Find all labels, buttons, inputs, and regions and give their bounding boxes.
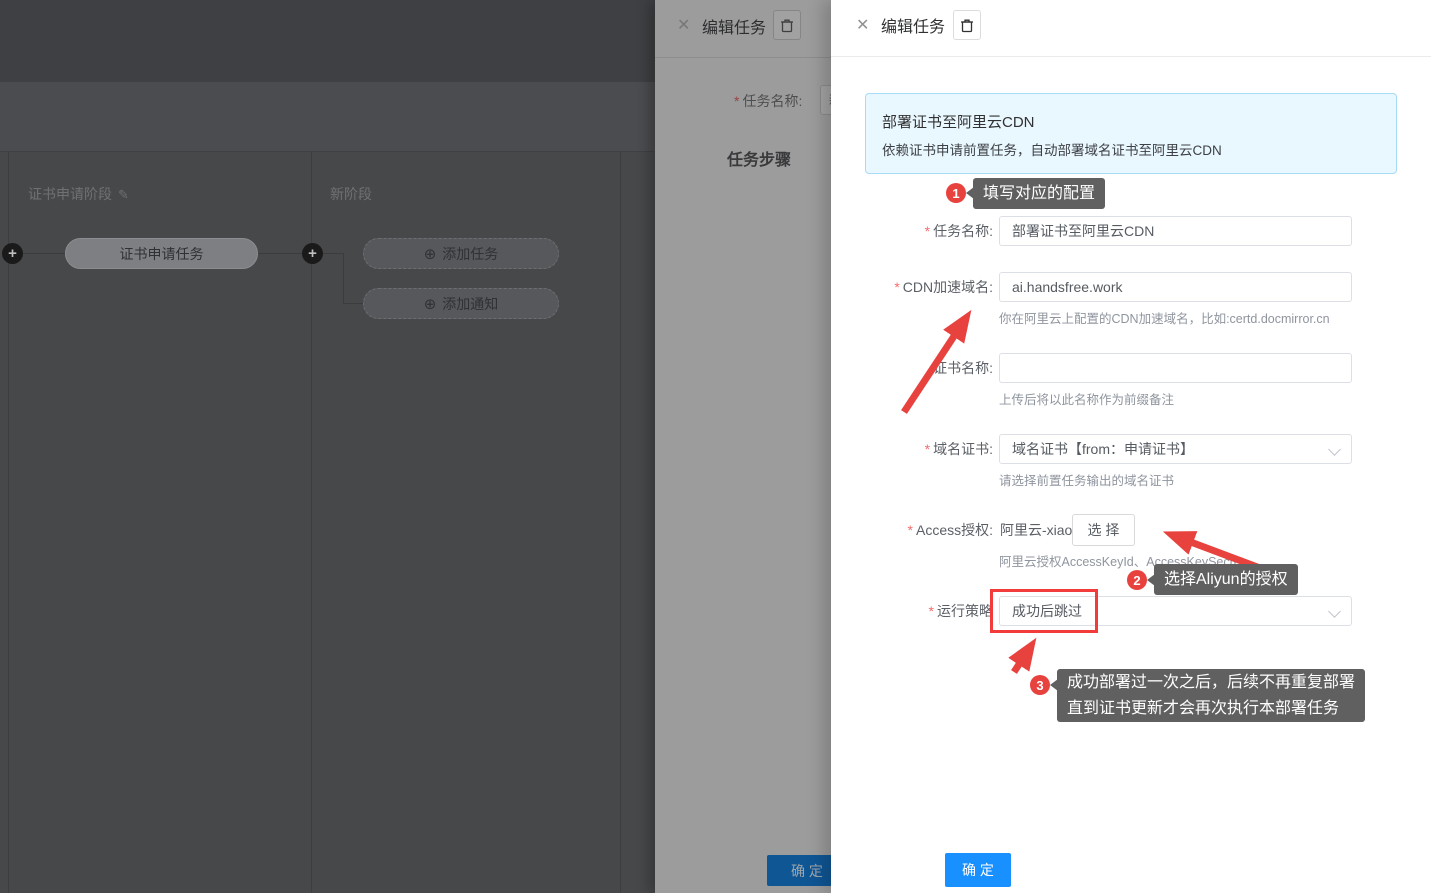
edit-task-drawer-back: ✕ 编辑任务 *任务名称: 新 任务步骤 确 定 [655, 0, 831, 893]
annotation-step-1-badge: 1 [946, 183, 966, 203]
stage-title-apply: 证书申请阶段 ✎ [28, 184, 129, 204]
task-name-input[interactable]: 部署证书至阿里云CDN [999, 216, 1352, 246]
task-node-label: 证书申请任务 [120, 244, 204, 264]
required-mark: * [894, 279, 899, 295]
access-value: 阿里云-xiao [1000, 514, 1072, 546]
add-task-label: 添加任务 [442, 244, 498, 264]
domain-cert-select[interactable]: 域名证书【from：申请证书】 [999, 434, 1352, 464]
cdn-domain-input[interactable]: ai.handsfree.work [999, 272, 1352, 302]
access-label: *Access授权: [831, 515, 993, 545]
connector-line [23, 253, 65, 254]
annotation-step-2-badge: 2 [1127, 570, 1147, 590]
required-mark: * [929, 603, 934, 619]
plus-circle-icon: ⊕ [424, 295, 437, 313]
connector-line [322, 253, 343, 254]
add-stage-button[interactable]: + [2, 243, 23, 264]
required-mark: * [925, 441, 930, 457]
add-stage-button[interactable]: + [302, 243, 323, 264]
trash-icon [960, 18, 974, 33]
plus-icon: + [308, 245, 317, 262]
pipeline-toolbar [0, 82, 655, 152]
task-name-label: *任务名称: [831, 216, 993, 246]
edit-stage-icon[interactable]: ✎ [118, 187, 129, 202]
plugin-info-alert: 部署证书至阿里云CDN 依赖证书申请前置任务，自动部署域名证书至阿里云CDN [865, 93, 1397, 174]
plus-circle-icon: ⊕ [424, 245, 437, 263]
stage-title-text: 证书申请阶段 [28, 186, 112, 202]
chevron-down-icon [1328, 605, 1341, 618]
annotation-step-1-tooltip: 填写对应的配置 [973, 178, 1105, 209]
task-steps-title: 任务步骤 [727, 146, 791, 170]
task-name-input[interactable]: 新 [820, 85, 831, 115]
tooltip-line: 成功部署过一次之后，后续不再重复部署 [1067, 670, 1355, 696]
required-mark: * [908, 522, 913, 538]
stage-title-text: 新阶段 [330, 186, 372, 202]
trash-icon [780, 18, 794, 33]
cdn-domain-label: *CDN加速域名: [831, 272, 993, 302]
add-task-button[interactable]: ⊕ 添加任务 [363, 238, 559, 269]
strategy-label: *运行策略 [831, 596, 993, 626]
tooltip-line: 直到证书更新才会再次执行本部署任务 [1067, 696, 1355, 722]
cdn-domain-helper: 你在阿里云上配置的CDN加速域名，比如:certd.docmirror.cn [999, 308, 1330, 327]
drawer-title: 编辑任务 [702, 14, 766, 38]
app-top-header [0, 0, 655, 82]
close-icon[interactable]: ✕ [856, 15, 869, 35]
add-notification-label: 添加通知 [442, 294, 498, 314]
strategy-highlight-box [990, 589, 1098, 633]
pipeline-canvas: 证书申请阶段 ✎ 新阶段 + + 证书申请任务 ⊕ 添加任务 ⊕ 添加通知 [0, 152, 655, 893]
domain-cert-value: 域名证书【from：申请证书】 [1012, 441, 1194, 457]
stage-title-new: 新阶段 [330, 184, 372, 204]
confirm-button-back[interactable]: 确 定 [767, 855, 831, 886]
drawer-title: 编辑任务 [881, 13, 945, 37]
edit-task-drawer: ✕ 编辑任务 部署证书至阿里云CDN 依赖证书申请前置任务，自动部署域名证书至阿… [831, 0, 1431, 893]
plus-icon: + [8, 245, 17, 262]
chevron-down-icon [1328, 443, 1341, 456]
cert-name-input[interactable] [999, 353, 1352, 383]
delete-task-button[interactable] [953, 10, 981, 40]
required-mark: * [925, 223, 930, 239]
task-name-label: *任务名称: [734, 91, 802, 111]
add-notification-button[interactable]: ⊕ 添加通知 [363, 288, 559, 319]
connector-line [258, 253, 302, 254]
task-node-cert-apply[interactable]: 证书申请任务 [65, 238, 258, 269]
delete-task-button[interactable] [773, 10, 801, 40]
connector-line [343, 303, 363, 304]
confirm-button[interactable]: 确 定 [945, 853, 1011, 887]
close-icon[interactable]: ✕ [677, 15, 690, 35]
annotation-step-3-badge: 3 [1030, 675, 1050, 695]
connector-line [343, 253, 344, 303]
alert-title: 部署证书至阿里云CDN [882, 111, 1035, 132]
annotation-step-2-tooltip: 选择Aliyun的授权 [1154, 564, 1298, 595]
access-select-button[interactable]: 选 择 [1072, 514, 1135, 546]
header-divider [655, 57, 831, 58]
annotation-step-3-tooltip: 成功部署过一次之后，后续不再重复部署 直到证书更新才会再次执行本部署任务 [1057, 669, 1365, 722]
cert-name-label: 证书名称: [831, 353, 993, 383]
alert-description: 依赖证书申请前置任务，自动部署域名证书至阿里云CDN [882, 139, 1222, 159]
domain-cert-helper: 请选择前置任务输出的域名证书 [999, 470, 1174, 489]
required-mark: * [734, 93, 739, 109]
stage-column-divider [620, 152, 621, 893]
domain-cert-label: *域名证书: [831, 434, 993, 464]
app-screen: 证书申请阶段 ✎ 新阶段 + + 证书申请任务 ⊕ 添加任务 ⊕ 添加通知 ✕ [0, 0, 1431, 893]
cert-name-helper: 上传后将以此名称作为前缀备注 [999, 389, 1174, 408]
